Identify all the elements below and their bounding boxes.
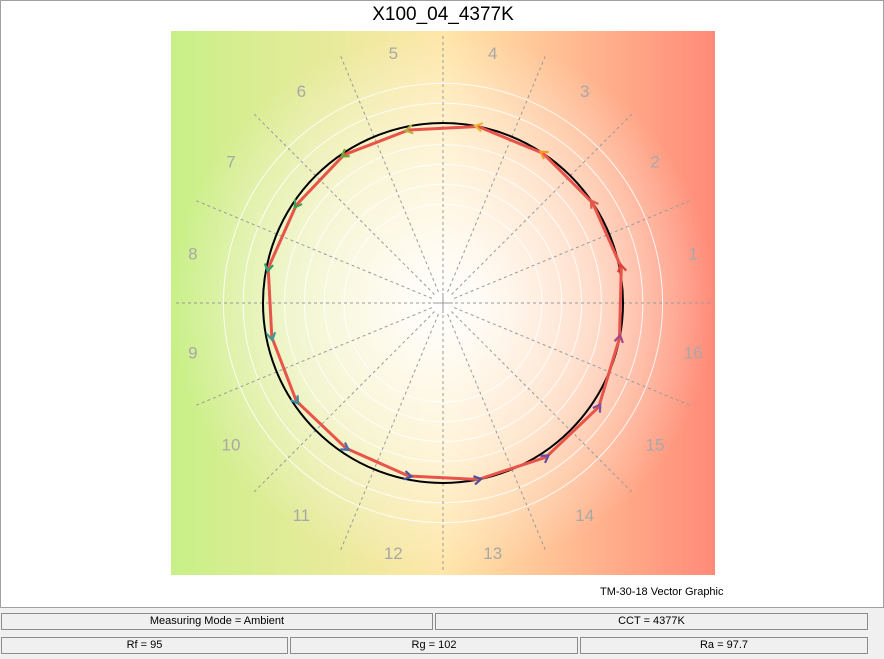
bin-label-16: 16 (684, 344, 703, 363)
chart-panel: X100_04_4377K 1 2 3 4 5 6 7 8 9 10 11 12… (0, 0, 884, 608)
bin-label-13: 13 (483, 544, 502, 563)
rf-field: Rf = 95 (1, 637, 288, 654)
measuring-mode-field: Measuring Mode = Ambient (1, 613, 433, 630)
bin-label-14: 14 (575, 506, 594, 525)
bin-label-2: 2 (650, 152, 659, 171)
ra-field: Ra = 97.7 (580, 637, 868, 654)
bin-label-12: 12 (384, 544, 403, 563)
cct-field: CCT = 4377K (435, 613, 868, 630)
bin-label-3: 3 (580, 82, 589, 101)
chart-title: X100_04_4377K (372, 4, 514, 25)
vector-graphic: 123456789101112 13141516 (171, 31, 715, 575)
chart-caption: TM-30-18 Vector Graphic (600, 586, 724, 598)
bin-label-7: 7 (226, 152, 235, 171)
rg-field: Rg = 102 (290, 637, 578, 654)
bin-label-8: 8 (188, 244, 197, 263)
bin-label-15: 15 (646, 436, 665, 455)
bin-label-1: 1 (688, 244, 697, 263)
bin-label-4: 4 (488, 44, 497, 63)
bin-label-11: 11 (292, 506, 310, 525)
bin-label-6: 6 (297, 82, 306, 101)
bin-label-5: 5 (389, 44, 398, 63)
bin-label-10: 10 (222, 436, 241, 455)
bin-label-9: 9 (188, 344, 197, 363)
